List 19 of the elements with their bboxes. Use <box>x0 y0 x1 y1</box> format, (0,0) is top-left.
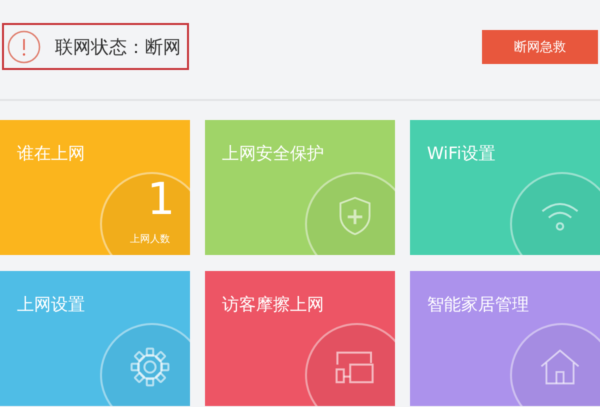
feature-tile[interactable]: WiFi设置 <box>410 120 600 255</box>
feature-tile[interactable]: 访客摩擦上网 <box>205 271 395 406</box>
connection-status-text: 联网状态：断网 <box>55 36 181 58</box>
tile-title: 谁在上网 <box>17 143 85 165</box>
online-count-label: 上网人数 <box>130 232 170 246</box>
online-count: 1 <box>147 174 175 227</box>
house-icon <box>540 347 580 387</box>
tile-title: 上网设置 <box>17 294 85 316</box>
feature-tile[interactable]: 智能家居管理 <box>410 271 600 406</box>
tile-title: WiFi设置 <box>427 143 496 165</box>
feature-tile[interactable]: 上网设置 <box>0 271 190 406</box>
tile-title: 智能家居管理 <box>427 294 529 316</box>
warning-icon <box>7 30 41 64</box>
feature-tile[interactable]: 上网安全保护 <box>205 120 395 255</box>
network-rescue-button[interactable]: 断网急救 <box>482 30 598 64</box>
gear-icon <box>130 347 170 387</box>
tile-title: 上网安全保护 <box>222 143 324 165</box>
tile-title: 访客摩擦上网 <box>222 294 324 316</box>
feature-tile[interactable]: 谁在上网 1 上网人数 <box>0 120 190 255</box>
